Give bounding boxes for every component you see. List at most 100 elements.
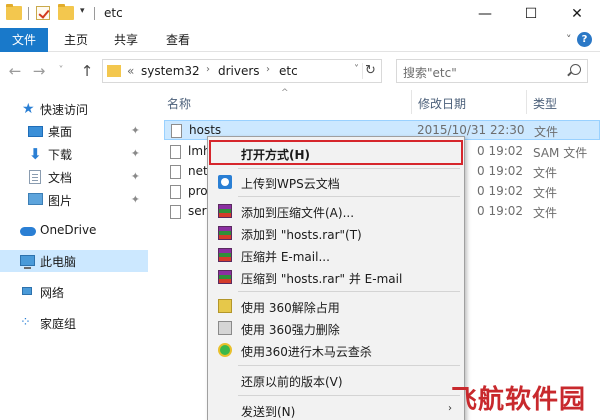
winrar-icon [218,204,232,218]
help-icon[interactable]: ? [577,32,592,47]
forward-button[interactable]: → [30,62,48,80]
breadcrumb-drivers[interactable]: drivers [218,64,260,78]
address-dropdown-icon[interactable]: ˅ [354,64,359,75]
divider [94,7,95,20]
address-bar[interactable]: « system32 › drivers › etc ˅ ↻ [102,59,382,83]
download-icon: ⬇ [29,145,42,163]
menu-item-label: 添加到 "hosts.rar"(T) [241,228,362,242]
menu-separator [238,196,460,197]
search-icon[interactable] [570,64,581,75]
file-date: 0 19:02 [477,164,524,178]
menu-item-open-with[interactable]: 打开方式(H) [210,142,462,164]
menu-item-compress-hosts-email[interactable]: 压缩到 "hosts.rar" 并 E-mail [210,266,462,288]
menu-separator [238,168,460,169]
maximize-button[interactable]: ☐ [508,0,554,28]
new-folder-icon[interactable] [58,4,74,20]
title-bar: ▾ etc — ☐ ✕ [0,0,600,28]
tab-view[interactable]: 查看 [160,28,196,52]
menu-separator [238,291,460,292]
sidebar-item-desktop[interactable]: 桌面 ✦ [0,120,148,142]
column-header-date[interactable]: 修改日期 [418,95,466,112]
sidebar-item-onedrive[interactable]: OneDrive [0,220,148,242]
winrar-icon [218,270,232,284]
sidebar-item-homegroup[interactable]: ⁘ 家庭组 [0,312,148,334]
sidebar-item-quick-access[interactable]: ★ 快速访问 [0,98,148,120]
sidebar-item-documents[interactable]: 文档 ✦ [0,166,148,188]
this-pc-icon [20,255,35,269]
breadcrumb-overflow[interactable]: « [127,64,134,78]
file-date: 2015/10/31 22:30 [417,123,525,137]
refresh-button[interactable]: ↻ [362,63,378,79]
desktop-icon [28,126,43,137]
file-icon [170,205,181,219]
sidebar-item-pictures[interactable]: 图片 ✦ [0,189,148,211]
quick-access-dropdown-icon[interactable]: ▾ [80,6,85,16]
menu-item-label: 发送到(N) [241,405,296,419]
close-button[interactable]: ✕ [554,0,600,28]
menu-item-360-shred[interactable]: 使用 360强力删除 [210,317,462,339]
sidebar-item-label: 家庭组 [40,317,77,331]
ribbon-expand-icon[interactable]: ˅ [566,33,572,46]
sidebar-item-label: 图片 [48,194,73,208]
pin-icon[interactable]: ✦ [131,147,140,160]
menu-item-360-unlock[interactable]: 使用 360解除占用 [210,295,462,317]
sidebar-item-downloads[interactable]: ⬇ 下载 ✦ [0,143,148,165]
pin-icon[interactable]: ✦ [131,170,140,183]
pin-icon[interactable]: ✦ [131,193,140,206]
breadcrumb-etc[interactable]: etc [279,64,298,78]
menu-item-label: 使用 360解除占用 [241,301,340,315]
sidebar-item-label: 快速访问 [40,103,89,117]
sidebar-item-this-pc[interactable]: 此电脑 [0,250,148,272]
menu-item-upload-wps[interactable]: 上传到WPS云文档 [210,171,462,193]
menu-item-restore-versions[interactable]: 还原以前的版本(V) [210,369,462,391]
sidebar-item-label: 桌面 [48,125,73,139]
back-button[interactable]: ← [6,62,24,80]
shred-360-icon [218,321,232,335]
menu-item-label: 打开方式(H) [241,148,311,162]
column-divider[interactable] [526,90,527,114]
menu-item-add-to-hosts-rar[interactable]: 添加到 "hosts.rar"(T) [210,222,462,244]
tab-share[interactable]: 共享 [108,28,144,52]
menu-item-label: 还原以前的版本(V) [241,375,343,389]
up-button[interactable]: ↑ [78,62,96,80]
menu-item-label: 使用 360强力删除 [241,323,340,337]
minimize-button[interactable]: — [462,0,508,28]
column-header-name[interactable]: 名称 [167,95,191,112]
sidebar-item-label: 此电脑 [40,255,77,269]
file-date: 0 19:02 [477,184,524,198]
breadcrumb-system32[interactable]: system32 [141,64,200,78]
menu-item-label: 上传到WPS云文档 [241,177,340,191]
file-type: 文件 [534,125,559,139]
pin-icon[interactable]: ✦ [131,124,140,137]
sidebar-item-label: 文档 [48,171,73,185]
file-date: 0 19:02 [477,144,524,158]
menu-item-add-to-archive[interactable]: 添加到压缩文件(A)... [210,200,462,222]
file-type: 文件 [533,166,558,180]
picture-icon [28,193,43,205]
menu-separator [238,365,460,366]
tab-file[interactable]: 文件 [0,28,48,52]
menu-item-compress-email[interactable]: 压缩并 E-mail... [210,244,462,266]
divider [28,7,29,20]
wps-cloud-icon [218,175,232,189]
onedrive-icon [20,227,36,236]
unlock-360-icon [218,299,232,313]
search-placeholder: 搜索"etc" [403,66,457,80]
column-header-type[interactable]: 类型 [533,95,557,112]
sort-indicator-icon: ^ [281,88,289,98]
file-date: 0 19:02 [477,204,524,218]
file-icon [170,185,181,199]
sidebar-item-network[interactable]: 网络 [0,281,148,303]
menu-item-send-to[interactable]: 发送到(N) › [210,399,462,420]
menu-item-360-scan[interactable]: 使用360进行木马云查杀 [210,339,462,361]
properties-icon[interactable] [36,6,50,20]
navigation-pane: ★ 快速访问 桌面 ✦ ⬇ 下载 ✦ 文档 ✦ 图片 ✦ OneDrive 此电… [0,90,148,420]
sidebar-item-label: 网络 [40,286,65,300]
column-divider[interactable] [411,90,412,114]
network-icon [22,287,32,295]
recent-locations-button[interactable]: ˅ [52,62,70,80]
breadcrumb-separator[interactable]: › [266,64,270,75]
breadcrumb-separator[interactable]: › [206,64,210,75]
search-input[interactable]: 搜索"etc" [396,59,588,83]
tab-home[interactable]: 主页 [58,28,94,52]
